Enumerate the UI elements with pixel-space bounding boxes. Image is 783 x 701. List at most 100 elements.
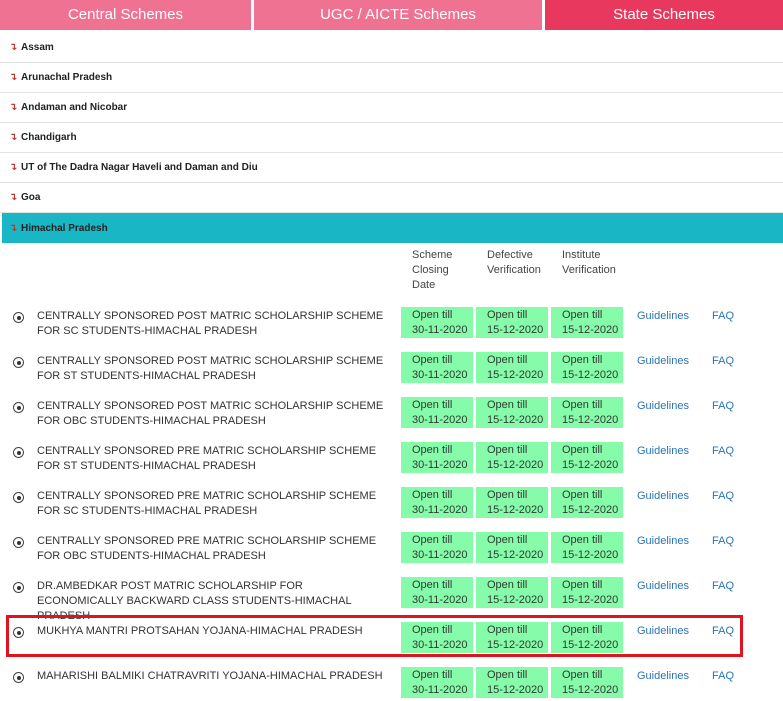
column-header-institute-verification: Institute Verification	[562, 249, 616, 276]
down-arrow-icon: ↴	[9, 102, 18, 113]
closing-date-badge: Open till 30-11-2020	[401, 352, 473, 383]
radio-button[interactable]	[13, 672, 24, 683]
state-item-assam[interactable]: ↴ Assam	[0, 33, 783, 63]
defective-verification-badge: Open till 15-12-2020	[476, 622, 548, 653]
faq-link[interactable]: FAQ	[712, 579, 734, 594]
down-arrow-icon: ↴	[9, 162, 18, 173]
guidelines-link[interactable]: Guidelines	[637, 534, 689, 549]
state-item-chandigarh[interactable]: ↴ Chandigarh	[0, 123, 783, 153]
state-item-goa[interactable]: ↴ Goa	[0, 183, 783, 213]
guidelines-link[interactable]: Guidelines	[637, 444, 689, 459]
column-header-closing-date: Scheme Closing Date	[412, 249, 453, 291]
faq-link[interactable]: FAQ	[712, 354, 734, 369]
guidelines-link[interactable]: Guidelines	[637, 669, 689, 684]
closing-date-badge: Open till 30-11-2020	[401, 667, 473, 698]
radio-button[interactable]	[13, 492, 24, 503]
radio-button[interactable]	[13, 582, 24, 593]
faq-link[interactable]: FAQ	[712, 534, 734, 549]
institute-verification-badge: Open till 15-12-2020	[551, 622, 623, 653]
institute-verification-badge: Open till 15-12-2020	[551, 487, 623, 518]
down-arrow-icon: ↴	[9, 222, 18, 234]
institute-verification-badge: Open till 15-12-2020	[551, 352, 623, 383]
closing-date-badge: Open till 30-11-2020	[401, 622, 473, 653]
column-header-defective-verification: Defective Verification	[487, 249, 541, 276]
scheme-name: CENTRALLY SPONSORED PRE MATRIC SCHOLARSH…	[37, 535, 377, 562]
guidelines-link[interactable]: Guidelines	[637, 489, 689, 504]
defective-verification-badge: Open till 15-12-2020	[476, 487, 548, 518]
state-list: ↴ Assam ↴ Arunachal Pradesh ↴ Andaman an…	[0, 33, 783, 243]
defective-verification-badge: Open till 15-12-2020	[476, 352, 548, 383]
scheme-name: MUKHYA MANTRI PROTSAHAN YOJANA-HIMACHAL …	[37, 625, 363, 637]
institute-verification-badge: Open till 15-12-2020	[551, 667, 623, 698]
scheme-name: CENTRALLY SPONSORED PRE MATRIC SCHOLARSH…	[37, 445, 377, 472]
table-row: MAHARISHI BALMIKI CHATRAVRITI YOJANA-HIM…	[0, 663, 783, 701]
defective-verification-badge: Open till 15-12-2020	[476, 307, 548, 338]
state-label: Goa	[21, 192, 41, 203]
radio-button[interactable]	[13, 447, 24, 458]
table-row: CENTRALLY SPONSORED POST MATRIC SCHOLARS…	[0, 303, 783, 348]
scheme-tabs: Central Schemes UGC / AICTE Schemes Stat…	[0, 0, 783, 30]
faq-link[interactable]: FAQ	[712, 489, 734, 504]
closing-date-badge: Open till 30-11-2020	[401, 397, 473, 428]
state-item-arunachal-pradesh[interactable]: ↴ Arunachal Pradesh	[0, 63, 783, 93]
institute-verification-badge: Open till 15-12-2020	[551, 307, 623, 338]
down-arrow-icon: ↴	[9, 192, 18, 203]
tab-ugc-aicte-schemes[interactable]: UGC / AICTE Schemes	[254, 0, 542, 30]
tab-state-schemes[interactable]: State Schemes	[545, 0, 783, 30]
state-label: UT of The Dadra Nagar Haveli and Daman a…	[21, 162, 258, 173]
table-row: CENTRALLY SPONSORED POST MATRIC SCHOLARS…	[0, 348, 783, 393]
state-item-andaman-and-nicobar[interactable]: ↴ Andaman and Nicobar	[0, 93, 783, 123]
guidelines-link[interactable]: Guidelines	[637, 309, 689, 324]
faq-link[interactable]: FAQ	[712, 309, 734, 324]
defective-verification-badge: Open till 15-12-2020	[476, 532, 548, 563]
radio-button[interactable]	[13, 627, 24, 638]
table-row: DR.AMBEDKAR POST MATRIC SCHOLARSHIP FOR …	[0, 573, 783, 622]
institute-verification-badge: Open till 15-12-2020	[551, 577, 623, 608]
closing-date-badge: Open till 30-11-2020	[401, 442, 473, 473]
scheme-table-header: Scheme Closing Date Defective Verificati…	[0, 248, 783, 298]
radio-button[interactable]	[13, 357, 24, 368]
scheme-name: CENTRALLY SPONSORED POST MATRIC SCHOLARS…	[37, 310, 384, 337]
defective-verification-badge: Open till 15-12-2020	[476, 667, 548, 698]
state-label: Himachal Pradesh	[21, 222, 108, 234]
closing-date-badge: Open till 30-11-2020	[401, 532, 473, 563]
down-arrow-icon: ↴	[9, 132, 18, 143]
institute-verification-badge: Open till 15-12-2020	[551, 442, 623, 473]
guidelines-link[interactable]: Guidelines	[637, 354, 689, 369]
radio-button[interactable]	[13, 537, 24, 548]
scheme-name: CENTRALLY SPONSORED POST MATRIC SCHOLARS…	[37, 355, 384, 382]
table-row: CENTRALLY SPONSORED PRE MATRIC SCHOLARSH…	[0, 438, 783, 483]
table-row: MUKHYA MANTRI PROTSAHAN YOJANA-HIMACHAL …	[0, 618, 783, 663]
down-arrow-icon: ↴	[9, 42, 18, 53]
tab-central-schemes[interactable]: Central Schemes	[0, 0, 251, 30]
institute-verification-badge: Open till 15-12-2020	[551, 397, 623, 428]
state-item-himachal-pradesh[interactable]: ↴ Himachal Pradesh	[2, 213, 783, 243]
guidelines-link[interactable]: Guidelines	[637, 579, 689, 594]
scheme-name: CENTRALLY SPONSORED POST MATRIC SCHOLARS…	[37, 400, 384, 427]
state-label: Assam	[21, 42, 54, 53]
faq-link[interactable]: FAQ	[712, 624, 734, 639]
defective-verification-badge: Open till 15-12-2020	[476, 397, 548, 428]
table-row: CENTRALLY SPONSORED PRE MATRIC SCHOLARSH…	[0, 528, 783, 573]
institute-verification-badge: Open till 15-12-2020	[551, 532, 623, 563]
faq-link[interactable]: FAQ	[712, 444, 734, 459]
state-label: Chandigarh	[21, 132, 77, 143]
scheme-name: MAHARISHI BALMIKI CHATRAVRITI YOJANA-HIM…	[37, 670, 383, 682]
defective-verification-badge: Open till 15-12-2020	[476, 442, 548, 473]
closing-date-badge: Open till 30-11-2020	[401, 487, 473, 518]
closing-date-badge: Open till 30-11-2020	[401, 307, 473, 338]
faq-link[interactable]: FAQ	[712, 669, 734, 684]
radio-button[interactable]	[13, 402, 24, 413]
radio-button[interactable]	[13, 312, 24, 323]
guidelines-link[interactable]: Guidelines	[637, 624, 689, 639]
faq-link[interactable]: FAQ	[712, 399, 734, 414]
table-row: CENTRALLY SPONSORED PRE MATRIC SCHOLARSH…	[0, 483, 783, 528]
state-label: Arunachal Pradesh	[21, 72, 113, 83]
state-label: Andaman and Nicobar	[21, 102, 128, 113]
scheme-name: CENTRALLY SPONSORED PRE MATRIC SCHOLARSH…	[37, 490, 377, 517]
closing-date-badge: Open till 30-11-2020	[401, 577, 473, 608]
down-arrow-icon: ↴	[9, 72, 18, 83]
guidelines-link[interactable]: Guidelines	[637, 399, 689, 414]
state-item-dadra-nagar-haveli-daman-diu[interactable]: ↴ UT of The Dadra Nagar Haveli and Daman…	[0, 153, 783, 183]
defective-verification-badge: Open till 15-12-2020	[476, 577, 548, 608]
